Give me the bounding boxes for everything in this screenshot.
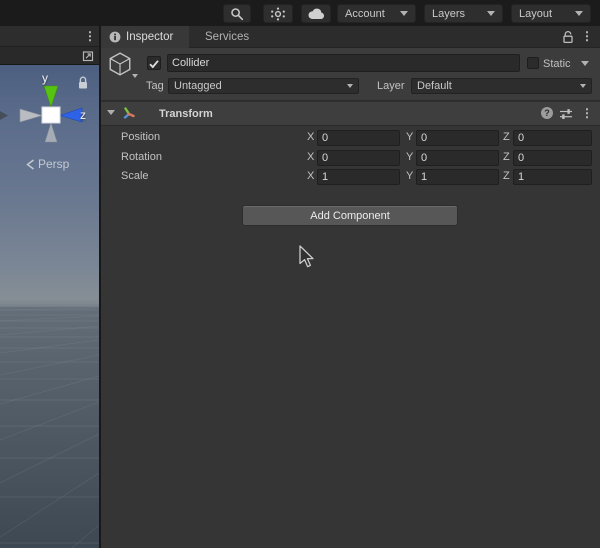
chevron-down-icon	[347, 84, 353, 88]
axis-z-label: Z	[503, 170, 510, 182]
static-label: Static	[543, 58, 571, 70]
search-icon	[231, 7, 244, 20]
inspector-menu-button[interactable]: ⋮	[581, 30, 593, 42]
scene-panel-tabbar: ⋮	[0, 26, 99, 47]
static-dropdown-arrow-icon[interactable]	[581, 61, 589, 66]
axis-z-label: Z	[503, 151, 510, 163]
rotation-y-input[interactable]	[416, 150, 499, 166]
search-button[interactable]	[223, 4, 251, 23]
add-component-button[interactable]: Add Component	[242, 205, 458, 226]
layer-dropdown[interactable]: Default	[411, 78, 592, 94]
axis-y-label: Y	[406, 131, 414, 143]
check-icon	[149, 60, 159, 69]
presets-icon[interactable]	[559, 108, 573, 120]
layers-dropdown-label: Layers	[432, 7, 466, 20]
axis-y-label: Y	[406, 170, 414, 182]
unlock-icon[interactable]	[562, 30, 574, 44]
tag-label: Tag	[146, 80, 164, 92]
cloud-button[interactable]	[301, 4, 331, 23]
scene-panel-toolbar	[0, 47, 99, 65]
axis-x-label: X	[307, 170, 315, 182]
scale-y-input[interactable]	[416, 169, 499, 185]
main-toolbar: Account Layers Layout	[0, 0, 600, 26]
x-axis-cone-icon	[19, 108, 44, 123]
static-checkbox[interactable]	[527, 57, 539, 69]
active-checkbox[interactable]	[147, 56, 161, 70]
scale-x-input[interactable]	[317, 169, 400, 185]
chevron-down-icon	[575, 11, 583, 16]
tab-inspector[interactable]: Inspector	[101, 26, 189, 48]
activity-button[interactable]	[263, 4, 293, 23]
unity-editor-window: Account Layers Layout ⋮ y z Persp ⋮ Insp…	[0, 0, 600, 548]
activity-indicator-icon	[271, 7, 285, 20]
help-glyph: ?	[544, 108, 550, 118]
layer-dropdown-value: Default	[417, 80, 452, 92]
gizmo-y-axis-label[interactable]: y	[42, 71, 48, 85]
perspective-toggle[interactable]: Persp	[26, 157, 69, 171]
icon-picker-arrow-icon[interactable]	[132, 74, 138, 78]
scene-view[interactable]: y z Persp	[0, 65, 99, 548]
layout-dropdown[interactable]: Layout	[511, 4, 591, 23]
z-axis-cone-icon	[59, 107, 83, 123]
tab-inspector-label: Inspector	[126, 31, 174, 43]
axis-z-label: Z	[503, 131, 510, 143]
layers-dropdown[interactable]: Layers	[424, 4, 503, 23]
account-dropdown-label: Account	[345, 7, 385, 20]
layer-label: Layer	[377, 80, 405, 92]
axis-x-label: X	[307, 151, 315, 163]
chevron-down-icon	[580, 84, 586, 88]
transform-title: Transform	[159, 108, 213, 120]
persp-label: Persp	[38, 157, 70, 171]
add-component-label: Add Component	[310, 209, 390, 222]
scale-z-input[interactable]	[513, 169, 592, 185]
help-icon[interactable]: ?	[541, 107, 553, 119]
info-icon	[109, 31, 121, 43]
gizmo-z-axis-label[interactable]: z	[80, 108, 86, 122]
scene-lock-icon[interactable]	[77, 75, 89, 90]
x-axis-edge-arrow-icon	[0, 111, 8, 120]
mouse-cursor	[299, 245, 314, 268]
persp-angle-icon	[26, 158, 34, 170]
position-label: Position	[121, 131, 161, 143]
tag-dropdown-value: Untagged	[174, 80, 222, 92]
layout-dropdown-label: Layout	[519, 7, 553, 20]
foldout-arrow-icon[interactable]	[107, 110, 115, 115]
gameobject-cube-icon[interactable]	[107, 51, 133, 77]
gizmo-cube-icon	[41, 106, 61, 124]
rotation-x-input[interactable]	[317, 150, 400, 166]
position-y-input[interactable]	[416, 130, 499, 146]
scale-label: Scale	[121, 170, 149, 182]
rotation-z-input[interactable]	[513, 150, 592, 166]
chevron-down-icon	[400, 11, 408, 16]
axis-y-label: Y	[406, 151, 414, 163]
scene-panel-menu-button[interactable]: ⋮	[84, 30, 96, 42]
cloud-icon	[307, 8, 324, 19]
chevron-down-icon	[487, 11, 495, 16]
maximize-icon[interactable]	[82, 50, 94, 62]
position-x-input[interactable]	[317, 130, 400, 146]
rotation-label: Rotation	[121, 151, 162, 163]
transform-component-icon	[123, 107, 135, 119]
y-axis-cone-icon	[43, 85, 59, 108]
axis-x-label: X	[307, 131, 315, 143]
transform-menu-button[interactable]: ⋮	[581, 107, 593, 119]
gameobject-name-input[interactable]	[167, 54, 520, 72]
tag-dropdown[interactable]: Untagged	[168, 78, 359, 94]
tab-services[interactable]: Services	[205, 31, 249, 43]
down-axis-cone-icon	[44, 122, 58, 143]
account-dropdown[interactable]: Account	[337, 4, 416, 23]
position-z-input[interactable]	[513, 130, 592, 146]
